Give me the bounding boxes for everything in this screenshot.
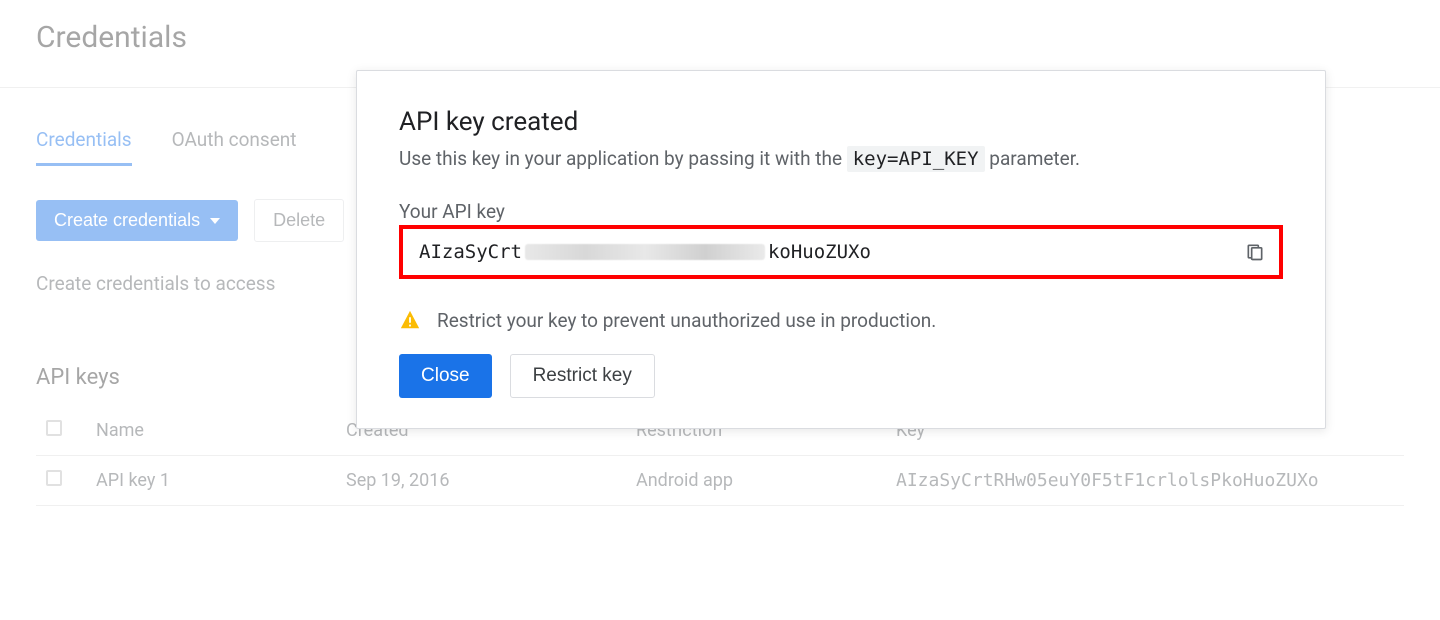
delete-button[interactable]: Delete bbox=[254, 199, 344, 242]
api-key-suffix: koHuoZUXo bbox=[768, 241, 871, 263]
dialog-title: API key created bbox=[399, 107, 1283, 137]
api-key-value-box[interactable]: AIzaSyCrt koHuoZUXo bbox=[399, 225, 1283, 279]
row-checkbox[interactable] bbox=[46, 470, 62, 486]
cell-created: Sep 19, 2016 bbox=[336, 456, 626, 506]
api-key-created-dialog: API key created Use this key in your app… bbox=[356, 70, 1326, 429]
close-button[interactable]: Close bbox=[399, 354, 492, 398]
col-name: Name bbox=[86, 406, 336, 456]
restrict-key-button[interactable]: Restrict key bbox=[510, 354, 655, 398]
warning-icon bbox=[399, 309, 421, 331]
api-key-field-label: Your API key bbox=[399, 200, 1283, 223]
dialog-sub-pre: Use this key in your application by pass… bbox=[399, 147, 847, 170]
create-credentials-button[interactable]: Create credentials bbox=[36, 200, 238, 241]
cell-key: AIzaSyCrtRHw05euY0F5tF1crlolsPkoHuoZUXo bbox=[886, 456, 1404, 506]
cell-restriction: Android app bbox=[626, 456, 886, 506]
dialog-actions: Close Restrict key bbox=[399, 354, 1283, 398]
dialog-subtitle: Use this key in your application by pass… bbox=[399, 145, 1283, 174]
select-all-checkbox[interactable] bbox=[46, 420, 62, 436]
warning-text: Restrict your key to prevent unauthorize… bbox=[437, 309, 936, 332]
tab-credentials[interactable]: Credentials bbox=[36, 128, 132, 166]
cell-name: API key 1 bbox=[86, 456, 336, 506]
table-row[interactable]: API key 1 Sep 19, 2016 Android app AIzaS… bbox=[36, 456, 1404, 506]
redacted-smudge bbox=[525, 244, 765, 260]
code-chip: key=API_KEY bbox=[847, 146, 985, 172]
chevron-down-icon bbox=[210, 218, 220, 224]
api-key-prefix: AIzaSyCrt bbox=[419, 241, 522, 263]
warning-row: Restrict your key to prevent unauthorize… bbox=[399, 309, 1283, 332]
dialog-sub-post: parameter. bbox=[985, 147, 1080, 170]
page-title: Credentials bbox=[36, 20, 1404, 55]
tab-oauth-consent[interactable]: OAuth consent bbox=[172, 128, 297, 166]
copy-icon[interactable] bbox=[1245, 241, 1265, 263]
create-credentials-label: Create credentials bbox=[54, 210, 200, 231]
